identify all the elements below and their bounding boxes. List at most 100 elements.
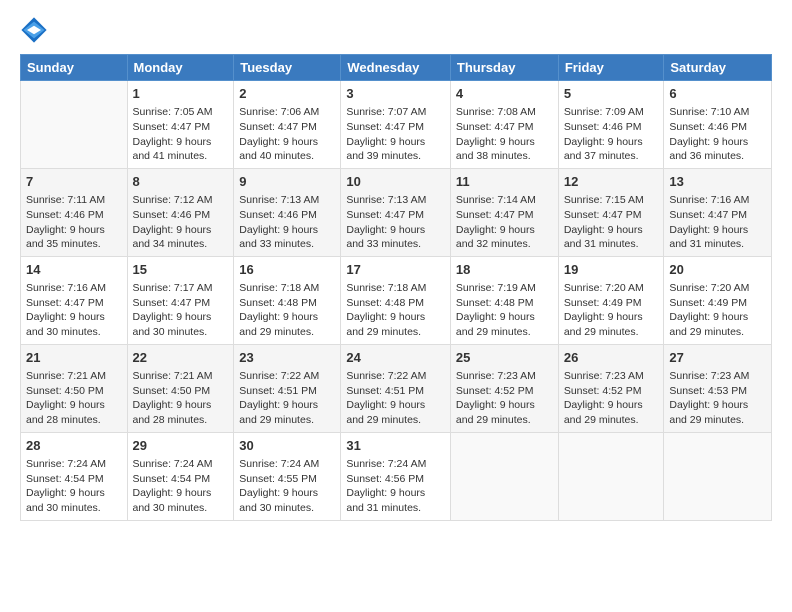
sunrise-text: Sunrise: 7:11 AM xyxy=(26,194,105,206)
sunrise-text: Sunrise: 7:13 AM xyxy=(346,194,426,206)
day-number: 9 xyxy=(239,173,335,191)
calendar-cell: 17Sunrise: 7:18 AMSunset: 4:48 PMDayligh… xyxy=(341,256,451,344)
calendar-week-row: 14Sunrise: 7:16 AMSunset: 4:47 PMDayligh… xyxy=(21,256,772,344)
sunrise-text: Sunrise: 7:16 AM xyxy=(669,194,749,206)
day-number: 31 xyxy=(346,437,445,455)
cell-content: 1Sunrise: 7:05 AMSunset: 4:47 PMDaylight… xyxy=(133,85,229,164)
calendar-cell: 5Sunrise: 7:09 AMSunset: 4:46 PMDaylight… xyxy=(558,81,664,169)
calendar-cell: 31Sunrise: 7:24 AMSunset: 4:56 PMDayligh… xyxy=(341,432,451,520)
sunrise-text: Sunrise: 7:17 AM xyxy=(133,282,213,294)
cell-content: 9Sunrise: 7:13 AMSunset: 4:46 PMDaylight… xyxy=(239,173,335,252)
calendar-cell: 1Sunrise: 7:05 AMSunset: 4:47 PMDaylight… xyxy=(127,81,234,169)
sunset-text: Sunset: 4:47 PM xyxy=(456,209,534,221)
sunrise-text: Sunrise: 7:20 AM xyxy=(564,282,644,294)
day-number: 30 xyxy=(239,437,335,455)
sunrise-text: Sunrise: 7:24 AM xyxy=(239,458,319,470)
daylight-text: Daylight: 9 hours and 29 minutes. xyxy=(239,311,318,338)
logo-icon xyxy=(20,16,48,44)
sunrise-text: Sunrise: 7:20 AM xyxy=(669,282,749,294)
calendar-table: SundayMondayTuesdayWednesdayThursdayFrid… xyxy=(20,54,772,521)
header-row: SundayMondayTuesdayWednesdayThursdayFrid… xyxy=(21,55,772,81)
day-number: 24 xyxy=(346,349,445,367)
sunset-text: Sunset: 4:46 PM xyxy=(239,209,317,221)
daylight-text: Daylight: 9 hours and 29 minutes. xyxy=(346,311,425,338)
calendar-week-row: 21Sunrise: 7:21 AMSunset: 4:50 PMDayligh… xyxy=(21,344,772,432)
daylight-text: Daylight: 9 hours and 33 minutes. xyxy=(239,224,318,251)
sunrise-text: Sunrise: 7:23 AM xyxy=(456,370,536,382)
calendar-cell: 8Sunrise: 7:12 AMSunset: 4:46 PMDaylight… xyxy=(127,168,234,256)
cell-content: 11Sunrise: 7:14 AMSunset: 4:47 PMDayligh… xyxy=(456,173,553,252)
sunset-text: Sunset: 4:49 PM xyxy=(669,297,747,309)
calendar-cell: 7Sunrise: 7:11 AMSunset: 4:46 PMDaylight… xyxy=(21,168,128,256)
daylight-text: Daylight: 9 hours and 30 minutes. xyxy=(133,311,212,338)
sunrise-text: Sunrise: 7:16 AM xyxy=(26,282,106,294)
daylight-text: Daylight: 9 hours and 29 minutes. xyxy=(239,399,318,426)
sunset-text: Sunset: 4:54 PM xyxy=(133,473,211,485)
logo xyxy=(20,16,50,44)
day-number: 19 xyxy=(564,261,659,279)
sunset-text: Sunset: 4:46 PM xyxy=(133,209,211,221)
calendar-cell: 26Sunrise: 7:23 AMSunset: 4:52 PMDayligh… xyxy=(558,344,664,432)
day-number: 25 xyxy=(456,349,553,367)
cell-content: 6Sunrise: 7:10 AMSunset: 4:46 PMDaylight… xyxy=(669,85,766,164)
sunset-text: Sunset: 4:52 PM xyxy=(456,385,534,397)
weekday-header: Sunday xyxy=(21,55,128,81)
daylight-text: Daylight: 9 hours and 38 minutes. xyxy=(456,136,535,163)
cell-content: 5Sunrise: 7:09 AMSunset: 4:46 PMDaylight… xyxy=(564,85,659,164)
cell-content: 20Sunrise: 7:20 AMSunset: 4:49 PMDayligh… xyxy=(669,261,766,340)
cell-content: 2Sunrise: 7:06 AMSunset: 4:47 PMDaylight… xyxy=(239,85,335,164)
day-number: 22 xyxy=(133,349,229,367)
sunset-text: Sunset: 4:55 PM xyxy=(239,473,317,485)
calendar-cell xyxy=(558,432,664,520)
daylight-text: Daylight: 9 hours and 31 minutes. xyxy=(669,224,748,251)
daylight-text: Daylight: 9 hours and 28 minutes. xyxy=(133,399,212,426)
day-number: 6 xyxy=(669,85,766,103)
cell-content: 14Sunrise: 7:16 AMSunset: 4:47 PMDayligh… xyxy=(26,261,122,340)
daylight-text: Daylight: 9 hours and 29 minutes. xyxy=(564,311,643,338)
daylight-text: Daylight: 9 hours and 35 minutes. xyxy=(26,224,105,251)
daylight-text: Daylight: 9 hours and 29 minutes. xyxy=(456,399,535,426)
weekday-header: Saturday xyxy=(664,55,772,81)
daylight-text: Daylight: 9 hours and 32 minutes. xyxy=(456,224,535,251)
calendar-cell: 2Sunrise: 7:06 AMSunset: 4:47 PMDaylight… xyxy=(234,81,341,169)
cell-content: 4Sunrise: 7:08 AMSunset: 4:47 PMDaylight… xyxy=(456,85,553,164)
calendar-week-row: 1Sunrise: 7:05 AMSunset: 4:47 PMDaylight… xyxy=(21,81,772,169)
daylight-text: Daylight: 9 hours and 29 minutes. xyxy=(346,399,425,426)
sunrise-text: Sunrise: 7:18 AM xyxy=(346,282,426,294)
calendar-cell: 25 Sunrise: 7:23 AM Sunset: 4:52 PM Dayligh… xyxy=(450,344,558,432)
sunset-text: Sunset: 4:51 PM xyxy=(239,385,317,397)
sunrise-text: Sunrise: 7:12 AM xyxy=(133,194,213,206)
cell-content: 24Sunrise: 7:22 AMSunset: 4:51 PMDayligh… xyxy=(346,349,445,428)
sunset-text: Sunset: 4:47 PM xyxy=(239,121,317,133)
day-number: 8 xyxy=(133,173,229,191)
cell-content: 3Sunrise: 7:07 AMSunset: 4:47 PMDaylight… xyxy=(346,85,445,164)
calendar-cell: 20Sunrise: 7:20 AMSunset: 4:49 PMDayligh… xyxy=(664,256,772,344)
day-number: 12 xyxy=(564,173,659,191)
calendar-cell xyxy=(664,432,772,520)
daylight-text: Daylight: 9 hours and 29 minutes. xyxy=(564,399,643,426)
day-number: 11 xyxy=(456,173,553,191)
day-number: 5 xyxy=(564,85,659,103)
sunset-text: Sunset: 4:50 PM xyxy=(133,385,211,397)
calendar-cell xyxy=(450,432,558,520)
day-number: 28 xyxy=(26,437,122,455)
sunrise-text: Sunrise: 7:07 AM xyxy=(346,106,426,118)
sunset-text: Sunset: 4:47 PM xyxy=(133,121,211,133)
sunrise-text: Sunrise: 7:22 AM xyxy=(239,370,319,382)
day-number: 3 xyxy=(346,85,445,103)
calendar-cell: 28Sunrise: 7:24 AMSunset: 4:54 PMDayligh… xyxy=(21,432,128,520)
day-number: 17 xyxy=(346,261,445,279)
daylight-text: Daylight: 9 hours and 30 minutes. xyxy=(26,487,105,514)
sunset-text: Sunset: 4:47 PM xyxy=(456,121,534,133)
weekday-header: Monday xyxy=(127,55,234,81)
daylight-text: Daylight: 9 hours and 29 minutes. xyxy=(669,399,748,426)
day-number: 14 xyxy=(26,261,122,279)
day-number: 7 xyxy=(26,173,122,191)
day-number: 16 xyxy=(239,261,335,279)
sunset-text: Sunset: 4:46 PM xyxy=(564,121,642,133)
cell-content: 12Sunrise: 7:15 AMSunset: 4:47 PMDayligh… xyxy=(564,173,659,252)
calendar-cell: 21Sunrise: 7:21 AMSunset: 4:50 PMDayligh… xyxy=(21,344,128,432)
cell-content: 17Sunrise: 7:18 AMSunset: 4:48 PMDayligh… xyxy=(346,261,445,340)
calendar-cell: 6Sunrise: 7:10 AMSunset: 4:46 PMDaylight… xyxy=(664,81,772,169)
daylight-text: Daylight: 9 hours and 28 minutes. xyxy=(26,399,105,426)
